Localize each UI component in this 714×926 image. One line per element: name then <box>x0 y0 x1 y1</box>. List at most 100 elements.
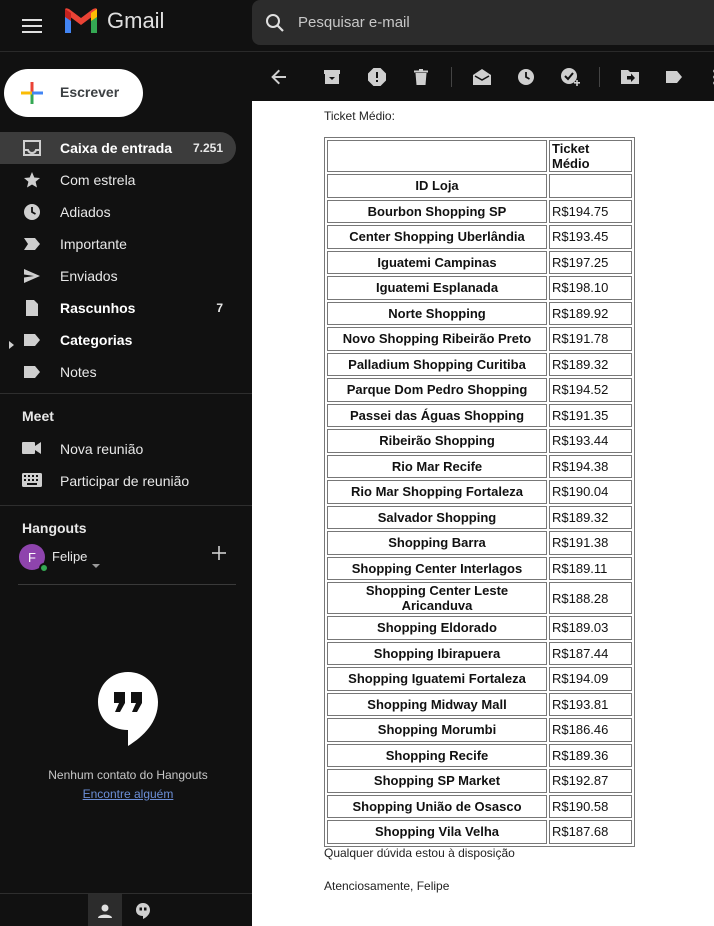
folder-move-icon <box>621 70 639 84</box>
table-row: Shopping Ibirapuera R$187.44 <box>327 641 632 665</box>
video-camera-icon <box>22 441 42 460</box>
store-cell: Shopping Morumbi <box>327 718 547 742</box>
ticket-value-cell: R$191.38 <box>549 531 632 555</box>
send-icon <box>22 267 42 285</box>
nav-item-inbox[interactable]: Caixa de entrada 7.251 <box>0 132 236 164</box>
gmail-logo[interactable]: Gmail <box>63 6 164 36</box>
ticket-value-cell: R$191.35 <box>549 403 632 427</box>
search-button[interactable] <box>252 13 298 33</box>
table-row: Shopping Midway Mall R$193.81 <box>327 692 632 716</box>
nav-item-sent[interactable]: Enviados <box>0 260 236 292</box>
table-row: Norte Shopping R$189.92 <box>327 301 632 325</box>
store-cell: Passei das Águas Shopping <box>327 403 547 427</box>
nav-item-notes[interactable]: Notes <box>0 356 236 388</box>
search-bar[interactable] <box>252 0 714 45</box>
top-bar: Gmail <box>0 0 714 52</box>
nav-list: Caixa de entrada 7.251 Com estrela Adiad… <box>0 132 252 388</box>
sidebar-bottom-bar <box>0 893 252 926</box>
ticket-value-cell: R$193.45 <box>549 225 632 249</box>
main-menu-button[interactable] <box>16 10 48 42</box>
back-button[interactable] <box>268 66 290 88</box>
join-meeting-label: Participar de reunião <box>60 473 190 489</box>
new-meeting-label: Nova reunião <box>60 441 144 457</box>
message-toolbar <box>252 52 714 101</box>
table-row: Shopping Eldorado R$189.03 <box>327 616 632 640</box>
nav-label: Categorias <box>60 332 133 348</box>
ticket-value-cell: R$191.78 <box>549 327 632 351</box>
expand-caret-icon[interactable] <box>9 336 14 354</box>
new-meeting-item[interactable]: Nova reunião <box>0 433 236 465</box>
search-input[interactable] <box>298 14 678 31</box>
important-icon <box>22 235 42 253</box>
ticket-table: Ticket Médio ID Loja Bourbon Shopping SP… <box>324 137 635 847</box>
store-cell: Shopping Eldorado <box>327 616 547 640</box>
compose-plus-icon <box>21 82 43 104</box>
compose-button[interactable]: Escrever <box>4 69 143 117</box>
mark-unread-button[interactable] <box>471 66 493 88</box>
spam-icon <box>368 68 386 86</box>
ticket-value-cell: R$194.52 <box>549 378 632 402</box>
nav-item-starred[interactable]: Com estrela <box>0 164 236 196</box>
sidebar: Escrever Caixa de entrada 7.251 Com estr… <box>0 52 252 926</box>
label-icon <box>666 71 682 83</box>
nav-label: Caixa de entrada <box>60 140 173 156</box>
store-cell: Shopping Recife <box>327 743 547 767</box>
table-row: Shopping Vila Velha R$187.68 <box>327 820 632 844</box>
nav-label: Adiados <box>60 204 111 220</box>
ticket-value-cell: R$189.32 <box>549 505 632 529</box>
store-cell: Shopping Vila Velha <box>327 820 547 844</box>
more-options-button[interactable] <box>704 66 714 88</box>
report-spam-button[interactable] <box>366 66 388 88</box>
draft-count: 7 <box>216 301 223 315</box>
nav-item-important[interactable]: Importante <box>0 228 236 260</box>
plus-icon <box>212 546 226 560</box>
unread-count: 7.251 <box>192 141 223 155</box>
table-header-empty <box>327 140 547 172</box>
hangouts-user[interactable]: F Felipe <box>19 544 239 573</box>
snooze-button[interactable] <box>515 66 537 88</box>
table-row: Rio Mar Recife R$194.38 <box>327 454 632 478</box>
nav-item-drafts[interactable]: Rascunhos 7 <box>0 292 236 324</box>
table-row: Palladium Shopping Curitiba R$189.32 <box>327 352 632 376</box>
delete-button[interactable] <box>410 66 432 88</box>
ticket-value-cell: R$197.25 <box>549 250 632 274</box>
move-to-button[interactable] <box>619 66 641 88</box>
keyboard-icon <box>22 473 42 492</box>
store-cell: Rio Mar Shopping Fortaleza <box>327 480 547 504</box>
clock-icon <box>518 69 534 85</box>
search-icon <box>266 13 284 32</box>
hangouts-title: Hangouts <box>22 520 87 536</box>
find-someone-link[interactable]: Encontre alguém <box>0 787 256 801</box>
add-contact-button[interactable] <box>212 546 228 562</box>
hangouts-tab[interactable] <box>130 894 156 926</box>
nav-label: Notes <box>60 364 97 380</box>
toolbar-separator <box>451 67 452 87</box>
store-cell: Iguatemi Campinas <box>327 250 547 274</box>
join-meeting-item[interactable]: Participar de reunião <box>0 465 236 497</box>
closing-line: Qualquer dúvida estou à disposição <box>324 846 515 860</box>
labels-button[interactable] <box>663 66 685 88</box>
table-row: Salvador Shopping R$189.32 <box>327 505 632 529</box>
store-cell: Palladium Shopping Curitiba <box>327 352 547 376</box>
chevron-down-icon[interactable] <box>92 555 100 573</box>
toolbar-separator <box>599 67 600 87</box>
store-cell: Shopping SP Market <box>327 769 547 793</box>
ticket-value-cell: R$194.38 <box>549 454 632 478</box>
archive-button[interactable] <box>321 66 343 88</box>
store-cell: Norte Shopping <box>327 301 547 325</box>
signature: Atenciosamente, Felipe <box>324 879 450 893</box>
store-cell: Rio Mar Recife <box>327 454 547 478</box>
nav-item-snoozed[interactable]: Adiados <box>0 196 236 228</box>
store-cell: Ribeirão Shopping <box>327 429 547 453</box>
contacts-tab[interactable] <box>88 894 122 926</box>
nav-item-categories[interactable]: Categorias <box>0 324 236 356</box>
ticket-value-cell: R$192.87 <box>549 769 632 793</box>
arrow-back-icon <box>271 69 286 85</box>
add-task-icon <box>561 68 580 86</box>
gmail-window: Gmail Escrever <box>0 0 714 926</box>
add-to-tasks-button[interactable] <box>559 66 581 88</box>
table-row: Shopping SP Market R$192.87 <box>327 769 632 793</box>
store-cell: Shopping Midway Mall <box>327 692 547 716</box>
store-cell: Center Shopping Uberlândia <box>327 225 547 249</box>
store-cell: Shopping Center Leste Aricanduva <box>327 582 547 614</box>
